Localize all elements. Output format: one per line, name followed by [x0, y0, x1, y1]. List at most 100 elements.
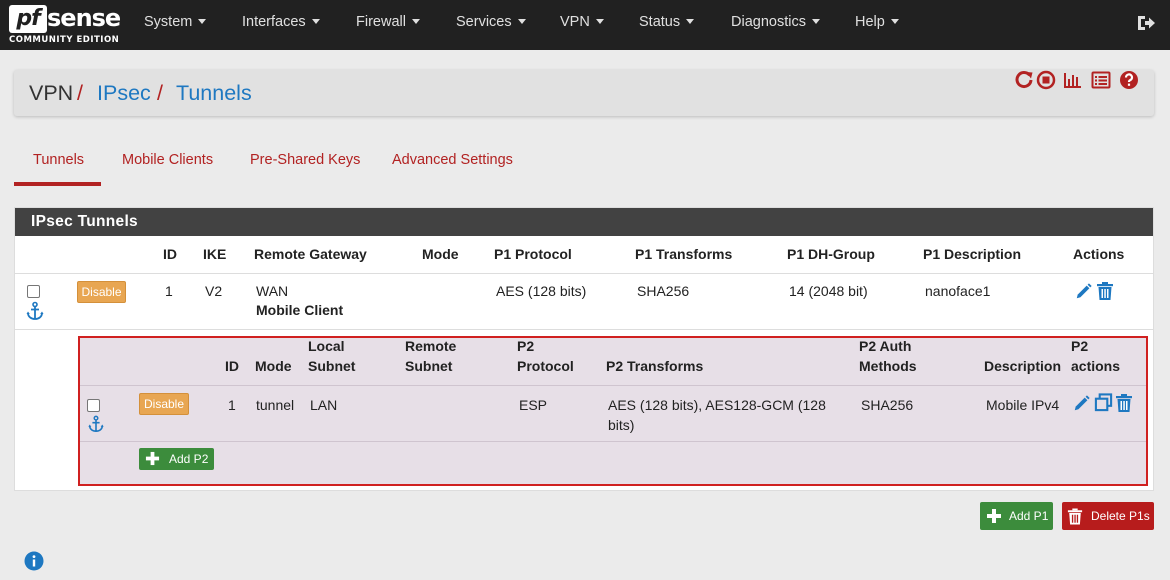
- p2-auth-methods: SHA256: [861, 397, 914, 413]
- nav-menu-services[interactable]: Services: [456, 14, 526, 30]
- disable-p2-button[interactable]: Disable: [139, 393, 189, 415]
- breadcrumb-separator: /: [77, 81, 83, 105]
- nav-menu-label: Interfaces: [242, 14, 306, 30]
- anchor-icon[interactable]: [24, 301, 46, 321]
- nav-menu-label: Help: [855, 14, 885, 30]
- p2-column-header-local-subnet-line1[interactable]: Local: [308, 338, 345, 354]
- trash-icon: [1067, 508, 1083, 525]
- column-header-actions: Actions: [1073, 246, 1125, 262]
- help-icon[interactable]: [1119, 70, 1139, 90]
- p2-column-header-id[interactable]: ID: [225, 358, 239, 374]
- trash-icon[interactable]: [1096, 281, 1114, 301]
- tab-tunnels[interactable]: Tunnels: [33, 152, 84, 168]
- log-icon[interactable]: [1091, 70, 1111, 90]
- p2-column-header-description[interactable]: Description: [984, 358, 1061, 374]
- p2-local-subnet: LAN: [310, 397, 338, 413]
- p1-transforms: SHA256: [637, 283, 690, 299]
- column-header-p1-transforms[interactable]: P1 Transforms: [635, 246, 732, 262]
- caret-down-icon: [517, 19, 526, 24]
- p2-column-header-remote-subnet-line1[interactable]: Remote: [405, 338, 456, 354]
- p2-column-header-actions-line1: P2: [1071, 338, 1089, 354]
- nav-menu-help[interactable]: Help: [855, 14, 899, 30]
- plus-icon: [987, 509, 1001, 523]
- p2-column-header-mode[interactable]: Mode: [255, 358, 292, 374]
- caret-down-icon: [890, 19, 899, 24]
- p1-description: nanoface1: [925, 283, 991, 299]
- p2-column-header-protocol-line1[interactable]: P2: [517, 338, 534, 354]
- logo-edition: COMMUNITY EDITION: [9, 35, 120, 45]
- nav-menu-diagnostics[interactable]: Diagnostics: [731, 14, 820, 30]
- breadcrumb-separator: /: [157, 81, 163, 105]
- nav-menu-label: Diagnostics: [731, 14, 806, 30]
- tab-advanced-settings[interactable]: Advanced Settings: [392, 152, 513, 168]
- ipsec-tunnels-panel: IPsec Tunnels ID IKE Remote Gateway Mode…: [14, 207, 1154, 491]
- column-header-remote-gateway[interactable]: Remote Gateway: [254, 246, 367, 262]
- column-header-p1-protocol[interactable]: P1 Protocol: [494, 246, 572, 262]
- plus-icon: [145, 451, 160, 466]
- add-p2-label: Add P2: [169, 452, 209, 466]
- p1-protocol: AES (128 bits): [496, 283, 587, 299]
- clone-icon[interactable]: [1094, 393, 1113, 412]
- add-p2-button[interactable]: Add P2: [139, 448, 214, 470]
- active-tab-indicator: [14, 182, 101, 186]
- delete-p1s-button[interactable]: Delete P1s: [1062, 502, 1154, 530]
- column-header-mode[interactable]: Mode: [422, 246, 459, 262]
- nav-menu-label: System: [144, 14, 193, 30]
- logo-pf-mark: pf: [9, 5, 47, 33]
- edit-pencil-icon[interactable]: [1075, 282, 1093, 300]
- stop-icon[interactable]: [1036, 70, 1056, 90]
- breadcrumb-ipsec-link[interactable]: IPsec: [97, 81, 151, 106]
- tab-pre-shared-keys[interactable]: Pre-Shared Keys: [250, 152, 360, 168]
- p2-column-header-auth-line2[interactable]: Methods: [859, 358, 917, 374]
- p1-id: 1: [165, 283, 173, 299]
- nav-menu-firewall[interactable]: Firewall: [356, 14, 420, 30]
- p1-dh-group: 14 (2048 bit): [789, 283, 868, 299]
- edit-pencil-icon[interactable]: [1073, 394, 1091, 412]
- p2-column-header-transforms[interactable]: P2 Transforms: [606, 358, 703, 374]
- anchor-icon[interactable]: [87, 415, 105, 433]
- delete-p1s-label: Delete P1s: [1091, 509, 1150, 523]
- p2-description: Mobile IPv4: [986, 397, 1060, 413]
- chart-icon[interactable]: [1063, 70, 1083, 90]
- p2-row-select-checkbox[interactable]: [87, 399, 100, 412]
- column-header-p1-description[interactable]: P1 Description: [923, 246, 1021, 262]
- p2-row-divider: [80, 441, 1146, 442]
- p2-column-header-local-subnet-line2[interactable]: Subnet: [308, 358, 355, 374]
- nav-menu-vpn[interactable]: VPN: [560, 14, 604, 30]
- restart-icon[interactable]: [1014, 70, 1034, 90]
- p2-column-header-remote-subnet-line2[interactable]: Subnet: [405, 358, 452, 374]
- p2-transforms-line1: AES (128 bits), AES128-GCM (128: [608, 397, 826, 413]
- header-divider: [15, 273, 1153, 274]
- logout-icon[interactable]: [1136, 13, 1156, 33]
- disable-p1-button[interactable]: Disable: [77, 281, 126, 303]
- breadcrumb-tunnels-link[interactable]: Tunnels: [176, 81, 252, 106]
- p2-id: 1: [228, 397, 236, 413]
- p1-remote-gateway-sub: Mobile Client: [256, 302, 344, 318]
- info-icon[interactable]: [24, 551, 44, 571]
- p2-mode: tunnel: [256, 397, 295, 413]
- row-select-checkbox[interactable]: [27, 285, 40, 298]
- nav-menu-status[interactable]: Status: [639, 14, 695, 30]
- tab-mobile-clients[interactable]: Mobile Clients: [122, 152, 213, 168]
- caret-down-icon: [811, 19, 820, 24]
- p2-column-header-auth-line1[interactable]: P2 Auth: [859, 338, 911, 354]
- logo-wordmark: sense: [47, 4, 121, 32]
- add-p1-button[interactable]: Add P1: [980, 502, 1053, 530]
- top-navbar: pf sense COMMUNITY EDITION System Interf…: [0, 0, 1170, 50]
- caret-down-icon: [686, 19, 695, 24]
- p2-column-header-protocol-line2[interactable]: Protocol: [517, 358, 574, 374]
- nav-menu-label: Firewall: [356, 14, 406, 30]
- p2-protocol: ESP: [519, 397, 548, 413]
- panel-title: IPsec Tunnels: [15, 208, 1153, 236]
- trash-icon[interactable]: [1115, 393, 1133, 413]
- p2-table: ID Mode Local Subnet Remote Subnet P2 Pr…: [78, 336, 1148, 486]
- nav-menu-label: Services: [456, 14, 512, 30]
- pfsense-logo[interactable]: pf sense COMMUNITY EDITION: [9, 4, 121, 47]
- nav-menu-interfaces[interactable]: Interfaces: [242, 14, 320, 30]
- column-header-id[interactable]: ID: [163, 246, 177, 262]
- nav-menu-system[interactable]: System: [144, 14, 207, 30]
- p2-column-header-actions-line2: actions: [1071, 358, 1121, 374]
- column-header-ike[interactable]: IKE: [203, 246, 226, 262]
- column-header-p1-dh-group[interactable]: P1 DH-Group: [787, 246, 875, 262]
- p1-ike: V2: [205, 283, 223, 299]
